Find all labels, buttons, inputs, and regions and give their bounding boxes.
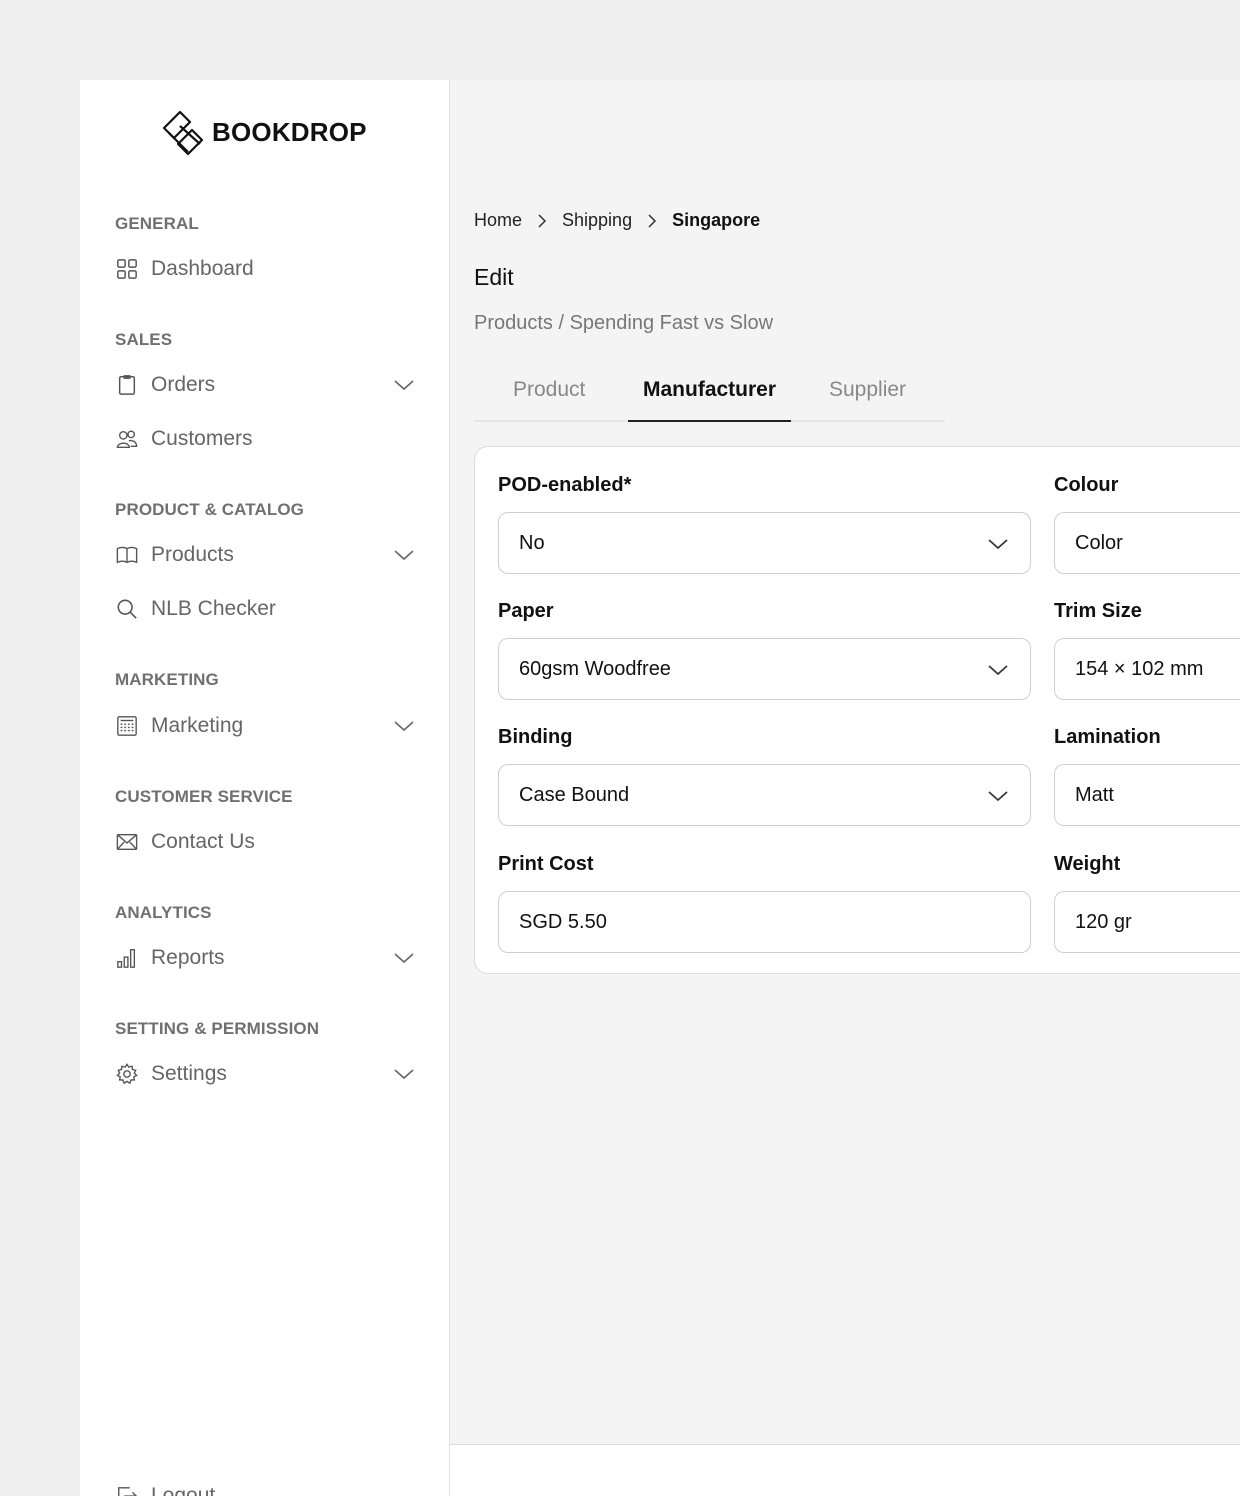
grid-icon <box>115 257 139 281</box>
colour-label: Colour <box>1054 474 1119 496</box>
sidebar-item-label: Contact Us <box>151 830 255 853</box>
chevron-right-icon <box>538 213 547 228</box>
weight-value: 120 gr <box>1075 910 1132 933</box>
lamination-select[interactable]: Matt <box>1054 764 1240 826</box>
breadcrumb: Home Shipping Singapore <box>474 210 760 231</box>
colour-value: Color <box>1075 531 1123 554</box>
sidebar-item-label: Orders <box>151 373 216 396</box>
clipboard-icon <box>115 373 139 397</box>
brand-name: BOOKDROP <box>212 116 367 147</box>
breadcrumb-shipping[interactable]: Shipping <box>562 210 632 231</box>
footer-action-bar <box>450 1444 1240 1496</box>
sidebar-item-dashboard[interactable]: Dashboard <box>115 251 415 287</box>
active-tab-indicator <box>628 420 791 422</box>
tab-product[interactable]: Product <box>513 378 585 402</box>
sidebar-item-customers[interactable]: Customers <box>115 421 415 457</box>
paper-label: Paper <box>498 600 554 622</box>
users-icon <box>115 427 139 451</box>
section-sales-title: SALES <box>115 330 173 349</box>
trim-size-label: Trim Size <box>1054 600 1142 622</box>
sidebar-item-label: Settings <box>151 1062 227 1085</box>
binding-value: Case Bound <box>519 783 630 806</box>
tab-supplier[interactable]: Supplier <box>829 378 906 402</box>
print-cost-value: SGD 5.50 <box>519 910 607 933</box>
logout-icon <box>115 1484 139 1496</box>
brand-logo[interactable]: BOOKDROP <box>160 106 367 158</box>
pod-enabled-select[interactable]: No <box>498 512 1031 574</box>
tab-bar: Product Manufacturer Supplier <box>474 366 945 422</box>
page-subtitle: Products / Spending Fast vs Slow <box>474 312 774 334</box>
sidebar-item-label: Dashboard <box>151 257 254 280</box>
trim-size-select[interactable]: 154 × 102 mm <box>1054 638 1240 700</box>
chevron-down-icon[interactable] <box>393 716 415 736</box>
sidebar-item-label: Customers <box>151 427 253 450</box>
pod-enabled-value: No <box>519 531 545 554</box>
bookdrop-logo-icon <box>162 110 204 156</box>
mail-icon <box>115 830 139 854</box>
sidebar: BOOKDROP GENERAL Dashboard SALES Orders … <box>80 80 450 1496</box>
chevron-down-icon <box>988 665 1008 676</box>
breadcrumb-current: Singapore <box>672 210 761 230</box>
bar-chart-icon <box>115 946 139 970</box>
sidebar-item-contact-us[interactable]: Contact Us <box>115 824 415 860</box>
sidebar-item-label: Marketing <box>151 714 244 737</box>
chevron-down-icon <box>988 791 1008 802</box>
chevron-down-icon <box>988 539 1008 550</box>
print-cost-label: Print Cost <box>498 853 594 875</box>
weight-input[interactable]: 120 gr <box>1054 891 1240 953</box>
sidebar-item-label: NLB Checker <box>151 597 276 620</box>
section-analytics-title: ANALYTICS <box>115 903 212 922</box>
section-setting-permission-title: SETTING & PERMISSION <box>115 1019 320 1038</box>
sidebar-item-logout[interactable]: Logout <box>115 1476 415 1496</box>
sidebar-item-label: Logout <box>151 1484 216 1496</box>
tab-manufacturer[interactable]: Manufacturer <box>643 378 776 402</box>
sidebar-item-nlb-checker[interactable]: NLB Checker <box>115 591 415 627</box>
paper-value: 60gsm Woodfree <box>519 657 671 680</box>
sidebar-item-products[interactable]: Products <box>115 537 415 573</box>
sidebar-item-label: Products <box>151 543 234 566</box>
paper-select[interactable]: 60gsm Woodfree <box>498 638 1031 700</box>
search-icon <box>115 597 139 621</box>
section-general-title: GENERAL <box>115 214 199 233</box>
colour-select[interactable]: Color <box>1054 512 1240 574</box>
section-marketing-title: MARKETING <box>115 670 219 689</box>
weight-label: Weight <box>1054 853 1121 875</box>
section-product-catalog-title: PRODUCT & CATALOG <box>115 500 304 519</box>
lamination-value: Matt <box>1075 783 1114 806</box>
chevron-right-icon <box>648 213 657 228</box>
binding-select[interactable]: Case Bound <box>498 764 1031 826</box>
chevron-down-icon[interactable] <box>393 545 415 565</box>
sidebar-item-label: Reports <box>151 946 225 969</box>
sidebar-item-reports[interactable]: Reports <box>115 940 415 976</box>
pod-enabled-label: POD-enabled* <box>498 474 632 496</box>
trim-size-value: 154 × 102 mm <box>1075 657 1204 680</box>
lamination-label: Lamination <box>1054 726 1161 748</box>
breadcrumb-home[interactable]: Home <box>474 210 522 231</box>
section-customer-service-title: CUSTOMER SERVICE <box>115 787 293 806</box>
chevron-down-icon[interactable] <box>393 1064 415 1084</box>
calculator-icon <box>115 714 139 738</box>
page-title: Edit <box>474 264 514 290</box>
print-cost-input[interactable]: SGD 5.50 <box>498 891 1031 953</box>
main-content: Home Shipping Singapore Edit Products / … <box>450 80 1240 1496</box>
manufacturer-form-card: POD-enabled* No Colour Color Paper 60gsm… <box>474 446 1240 974</box>
chevron-down-icon[interactable] <box>393 375 415 395</box>
gear-icon <box>115 1062 139 1086</box>
sidebar-item-marketing[interactable]: Marketing <box>115 708 415 744</box>
sidebar-item-settings[interactable]: Settings <box>115 1056 415 1092</box>
book-icon <box>115 543 139 567</box>
app-window: BOOKDROP GENERAL Dashboard SALES Orders … <box>80 80 1240 1496</box>
chevron-down-icon[interactable] <box>393 948 415 968</box>
binding-label: Binding <box>498 726 573 748</box>
sidebar-item-orders[interactable]: Orders <box>115 367 415 403</box>
